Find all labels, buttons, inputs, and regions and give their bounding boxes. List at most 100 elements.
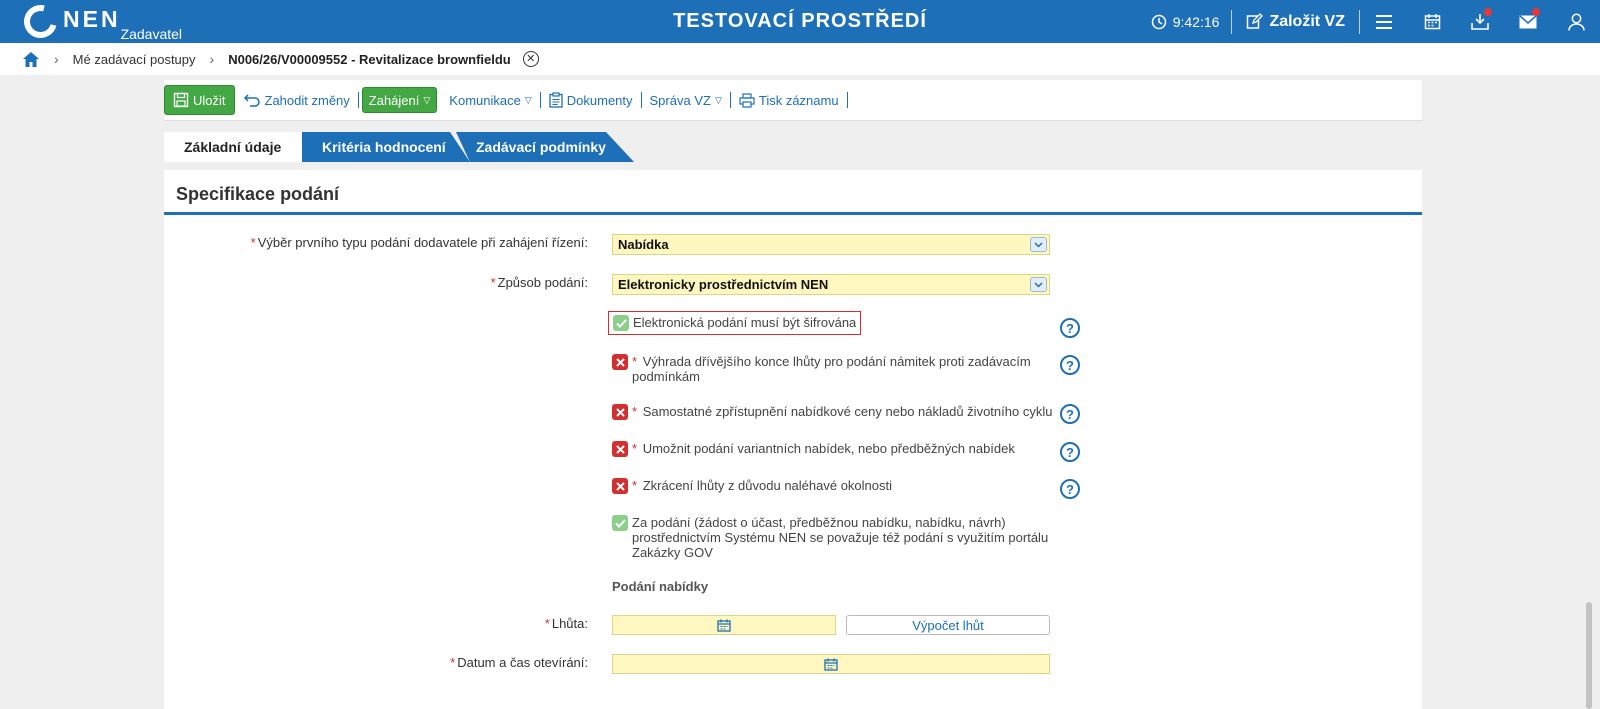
top-bar: NEN Zadavatel TESTOVACÍ PROSTŘEDÍ 9:42:1… [0,0,1600,45]
checkbox-label-wrap: * Umožnit podání variantních nabídek, ne… [632,441,1015,456]
menu-button[interactable] [1360,0,1408,43]
checkbox-urgent-shortening[interactable]: * Zkrácení lhůty z důvodu naléhavé okoln… [612,478,892,494]
deadline-label-text: Lhůta: [551,616,588,631]
required-mark: * [250,235,256,250]
required-mark: * [490,275,496,290]
calculate-deadlines-button[interactable]: Výpočet lhůt [846,615,1050,635]
home-icon[interactable] [22,51,40,68]
breadcrumb: › Mé zadávací postupy › N006/26/V0000955… [0,43,1600,75]
first-type-label-text: Výběr prvního typu podání dodavatele při… [257,235,588,250]
start-dropdown[interactable]: Zahájení ▽ [361,87,438,113]
discard-changes-button[interactable]: Zahodit změny [235,93,358,108]
help-icon[interactable]: ? [1060,442,1080,462]
opening-datetime-input[interactable] [612,654,1050,674]
logo[interactable]: NEN Zadavatel [17,0,183,45]
calendar-button[interactable] [1408,0,1456,43]
toolbar-divider [846,92,848,108]
session-clock: 9:42:16 [1151,13,1220,30]
dropdown-triangle-icon: ▽ [524,94,532,105]
cross-icon [612,354,628,370]
clock-icon [1151,14,1166,29]
checkbox-separate-price[interactable]: * Samostatné zpřístupnění nabídkové ceny… [612,404,1052,420]
documents-button[interactable]: Dokumenty [541,92,641,108]
tab-evaluation-criteria[interactable]: Kritéria hodnocení [302,132,470,162]
method-label-text: Způsob podání: [497,275,588,290]
logo-ring-icon [17,0,64,45]
tab-basic-info[interactable]: Základní údaje [164,132,304,162]
chevron-right-icon: › [54,51,59,67]
tab-tender-conditions[interactable]: Zadávací podmínky [456,132,634,162]
mail-button[interactable] [1504,0,1552,43]
user-button[interactable] [1552,0,1600,43]
help-icon[interactable]: ? [1060,404,1080,424]
toolbar: Uložit Zahodit změny Zahájení ▽ Komunika… [164,80,1422,120]
required-mark: * [544,616,550,631]
first-type-value: Nabídka [618,237,669,252]
chevron-down-icon[interactable] [1030,277,1047,292]
first-type-select[interactable]: Nabídka [612,234,1050,255]
checkbox-label: Výhrada dřívějšího konce lhůty pro podán… [632,354,1031,384]
checkbox-label: Elektronická podání musí být šifrována [633,315,857,330]
toolbar-divider [357,92,359,108]
checkbox-label: Umožnit podání variantních nabídek, nebo… [642,441,1015,456]
help-icon[interactable]: ? [1060,355,1080,375]
required-mark: * [450,655,456,670]
logo-subtitle: Zadavatel [120,26,183,42]
notification-dot [1484,8,1492,16]
management-dropdown[interactable]: Správa VZ ▽ [642,93,730,108]
cross-icon [612,478,628,494]
documents-label: Dokumenty [566,92,633,108]
calendar-icon[interactable] [717,619,731,632]
checkbox-label-wrap: * Samostatné zpřístupnění nabídkové ceny… [632,404,1052,419]
user-icon [1567,13,1585,31]
clipboard-icon [549,92,563,108]
checkmark-icon [612,515,628,531]
deadline-input[interactable] [612,615,836,635]
close-icon[interactable]: ✕ [522,51,539,67]
chevron-down-icon[interactable] [1030,237,1047,252]
communication-label: Komunikace [449,92,521,108]
checkbox-label-wrap: * Výhrada dřívějšího konce lhůty pro pod… [632,354,1042,384]
help-icon[interactable]: ? [1060,479,1080,499]
checkbox-label: Samostatné zpřístupnění nabídkové ceny n… [642,404,1053,419]
clock-value: 9:42:16 [1172,13,1220,30]
edit-icon [1247,13,1264,29]
breadcrumb-item-procedures[interactable]: Mé zadávací postupy [73,52,196,67]
help-icon[interactable]: ? [1060,318,1080,338]
calendar-icon [1424,14,1440,30]
first-type-label: * Výběr prvního typu podání dodavatele př… [251,235,588,250]
panel-title: Specifikace podání [176,184,340,204]
save-label: Uložit [193,92,226,108]
calendar-icon[interactable] [824,658,838,671]
communication-dropdown[interactable]: Komunikace ▽ [441,93,539,108]
checkbox-label-wrap: * Zkrácení lhůty z důvodu naléhavé okoln… [632,478,892,493]
breadcrumb-item-current[interactable]: N006/26/V00009552 - Revitalizace brownfi… [228,52,511,67]
offer-section-label: Podání nabídky [612,579,709,594]
create-vz-label: Založit VZ [1269,12,1345,30]
cross-icon [612,441,628,457]
create-vz-button[interactable]: Založit VZ [1231,9,1360,34]
required-mark: * [632,441,638,456]
required-mark: * [632,478,638,493]
start-label: Zahájení [368,92,420,108]
save-button[interactable]: Uložit [164,85,235,115]
print-button[interactable]: Tisk záznamu [731,93,847,108]
discard-label: Zahodit změny [264,92,350,108]
chevron-right-icon: › [209,51,215,67]
top-right-controls: 9:42:16 Založit VZ [1151,0,1600,43]
required-mark: * [632,354,638,369]
printer-icon [739,92,755,108]
logo-text: NEN [63,6,121,32]
checkbox-gov-portal[interactable]: Za podání (žádost o účast, předběžnou na… [612,515,1050,560]
checkbox-variant-offers[interactable]: * Umožnit podání variantních nabídek, ne… [612,441,1015,457]
download-button[interactable] [1456,0,1504,43]
method-select[interactable]: Elektronicky prostřednictvím NEN [612,274,1050,295]
scrollbar[interactable] [1586,602,1592,709]
checkbox-label: Zkrácení lhůty z důvodu naléhavé okolnos… [642,478,893,493]
checkbox-encryption[interactable]: Elektronická podání musí být šifrována [608,311,862,335]
checkmark-icon [613,315,629,331]
deadline-label: * Lhůta: [545,616,588,631]
notification-dot [1532,8,1540,16]
method-label: * Způsob podání: [491,275,588,290]
checkbox-objection-deadline[interactable]: * Výhrada dřívějšího konce lhůty pro pod… [612,354,1042,384]
